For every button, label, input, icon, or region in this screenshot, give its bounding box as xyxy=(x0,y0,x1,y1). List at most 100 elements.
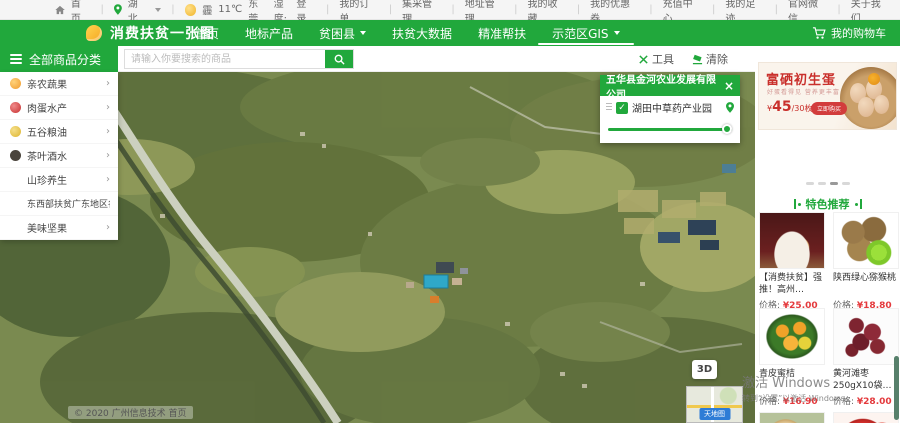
carousel-dot[interactable] xyxy=(818,182,826,185)
top-utility-bar: 首页 | 湖北 | 霾 11℃ 东莞 湿度: 登录| 我的订单| 集采管理| 地… xyxy=(0,0,900,20)
basemap-label[interactable]: 天地图 xyxy=(699,408,730,420)
layer-label: 湖田中草药产业园 xyxy=(632,100,722,115)
separator: | xyxy=(712,4,715,15)
nav-item-big-data[interactable]: 扶贫大数据 xyxy=(392,20,452,46)
location-pin-icon xyxy=(114,4,122,15)
separator: | xyxy=(514,4,517,15)
nav-item-poverty-counties[interactable]: 贫困县 xyxy=(319,20,366,46)
product-name: 青皮蜜桔 xyxy=(759,368,825,392)
sidebar-item-guangdong-pavilions[interactable]: 东西部扶贫广东地区各馆 xyxy=(0,192,118,216)
sidebar-item-fresh-produce[interactable]: 亲农蔬果› xyxy=(0,72,118,96)
tools-button[interactable]: 工具 xyxy=(638,51,674,67)
opacity-slider[interactable] xyxy=(608,124,732,134)
separator: | xyxy=(171,4,174,15)
all-categories-label: 全部商品分类 xyxy=(29,51,101,68)
right-panel: 富硒初生蛋 好蛋看得见 营养更丰富 ¥45/30枚 立即购买 特色推荐 【消费扶… xyxy=(755,46,900,423)
home-icon xyxy=(55,5,65,15)
category-sidebar: 亲农蔬果› 肉蛋水产› 五谷粮油› 茶叶酒水› 山珍养生› 东西部扶贫广东地区各… xyxy=(0,72,118,240)
3d-view-button[interactable]: 3D xyxy=(692,360,717,379)
overview-minimap[interactable]: 天地图 xyxy=(686,386,743,423)
teapot-icon xyxy=(10,150,21,161)
cart-button[interactable]: 我的购物车 xyxy=(812,20,886,46)
chevron-right-icon: › xyxy=(106,150,110,161)
sidebar-item-grains-oils[interactable]: 五谷粮油› xyxy=(0,120,118,144)
product-name: 黄河滩枣250gX10袋… xyxy=(833,368,899,392)
search-row: 全部商品分类 工具 清除 xyxy=(0,46,755,72)
separator: | xyxy=(389,4,392,15)
nav-item-targeted-assistance[interactable]: 精准帮扶 xyxy=(478,20,526,46)
chevron-right-icon: › xyxy=(106,126,110,137)
search-button[interactable] xyxy=(325,50,353,68)
map-popup: 五华县金河农业发展有限公司 × ✓ 湖田中草药产业园 xyxy=(600,75,740,143)
product-card[interactable]: 【消费扶贫】强推！高州… 价格: ¥25.00 xyxy=(759,212,825,311)
separator: | xyxy=(326,4,329,15)
eraser-icon xyxy=(692,54,703,65)
weather-temp: 11℃ xyxy=(218,4,242,15)
buy-now-button[interactable]: 立即购买 xyxy=(811,102,847,115)
product-name: 【消费扶贫】强推！高州… xyxy=(759,272,825,296)
chevron-right-icon: › xyxy=(106,78,110,89)
clear-button[interactable]: 清除 xyxy=(692,51,728,67)
product-card[interactable] xyxy=(833,412,899,423)
search-input[interactable] xyxy=(125,50,325,68)
chevron-down-icon xyxy=(360,31,366,35)
product-image-pomegranate xyxy=(833,412,899,423)
nav-item-gis-demo-zone[interactable]: 示范区GIS xyxy=(552,20,619,46)
featured-section-header: 特色推荐 xyxy=(755,196,900,212)
search-box xyxy=(124,49,354,69)
layer-checkbox[interactable]: ✓ xyxy=(616,102,628,114)
promo-banner[interactable]: 富硒初生蛋 好蛋看得见 营养更丰富 ¥45/30枚 立即购买 xyxy=(758,62,897,130)
carousel-dot-active[interactable] xyxy=(830,182,838,185)
nav-item-home[interactable]: 首页 xyxy=(195,20,219,46)
banner-price: ¥45/30枚 xyxy=(767,99,812,115)
nav-item-landmark-products[interactable]: 地标产品 xyxy=(245,20,293,46)
slider-knob[interactable] xyxy=(722,124,732,134)
product-price: 价格: ¥28.00 xyxy=(833,394,899,407)
featured-title: 特色推荐 xyxy=(806,196,850,212)
popup-title: 五华县金河农业发展有限公司 xyxy=(606,71,724,101)
product-card[interactable]: 黄河滩枣250gX10袋… 价格: ¥28.00 xyxy=(833,308,899,407)
weather-condition: 霾 xyxy=(202,2,212,17)
separator: | xyxy=(101,4,104,15)
popup-header: 五华县金河农业发展有限公司 × xyxy=(600,75,740,96)
product-card[interactable] xyxy=(759,412,825,423)
scrollbar-thumb[interactable] xyxy=(894,356,899,420)
sidebar-item-mountain-health[interactable]: 山珍养生› xyxy=(0,168,118,192)
right-decor-icon xyxy=(855,199,862,209)
separator: | xyxy=(577,4,580,15)
separator: | xyxy=(837,4,840,15)
egg-basket-image xyxy=(840,67,897,129)
chevron-right-icon: › xyxy=(106,174,110,185)
sidebar-item-meat-seafood[interactable]: 肉蛋水产› xyxy=(0,96,118,120)
chevron-down-icon xyxy=(155,8,161,12)
layer-handle-icon xyxy=(606,103,612,112)
sidebar-item-tasty-nuts[interactable]: 美味坚果› xyxy=(0,216,118,240)
product-image-fig xyxy=(759,412,825,423)
carousel-dot[interactable] xyxy=(806,182,814,185)
search-icon xyxy=(334,54,345,65)
brand-logo-icon xyxy=(86,25,102,41)
spacer-icon xyxy=(10,174,21,185)
tools-label: 工具 xyxy=(652,51,674,67)
spacer-icon xyxy=(10,198,21,209)
slider-track xyxy=(608,128,732,131)
all-categories-button[interactable]: 全部商品分类 xyxy=(0,46,118,72)
chevron-right-icon: › xyxy=(106,102,110,113)
sidebar-item-tea-drinks[interactable]: 茶叶酒水› xyxy=(0,144,118,168)
cart-label: 我的购物车 xyxy=(831,25,886,41)
clear-label: 清除 xyxy=(706,51,728,67)
egg xyxy=(858,97,874,117)
locate-pin-icon[interactable] xyxy=(726,102,734,113)
map-copyright: © 2020 广州信息技术 首页 xyxy=(68,406,193,419)
product-card[interactable]: 青皮蜜桔 价格: ¥16.90 xyxy=(759,308,825,407)
map-toolbar: 工具 清除 xyxy=(638,46,728,72)
close-icon[interactable]: × xyxy=(724,80,734,92)
cart-icon xyxy=(812,27,826,40)
carousel-dot[interactable] xyxy=(842,182,850,185)
separator: | xyxy=(649,4,652,15)
banner-title: 富硒初生蛋 xyxy=(766,69,836,88)
nav-menu: 首页 地标产品 贫困县 扶贫大数据 精准帮扶 示范区GIS xyxy=(195,20,620,46)
chevron-right-icon: › xyxy=(106,222,110,233)
product-card[interactable]: 陕西绿心猕猴桃 价格: ¥18.80 xyxy=(833,212,899,311)
grain-icon xyxy=(10,126,21,137)
